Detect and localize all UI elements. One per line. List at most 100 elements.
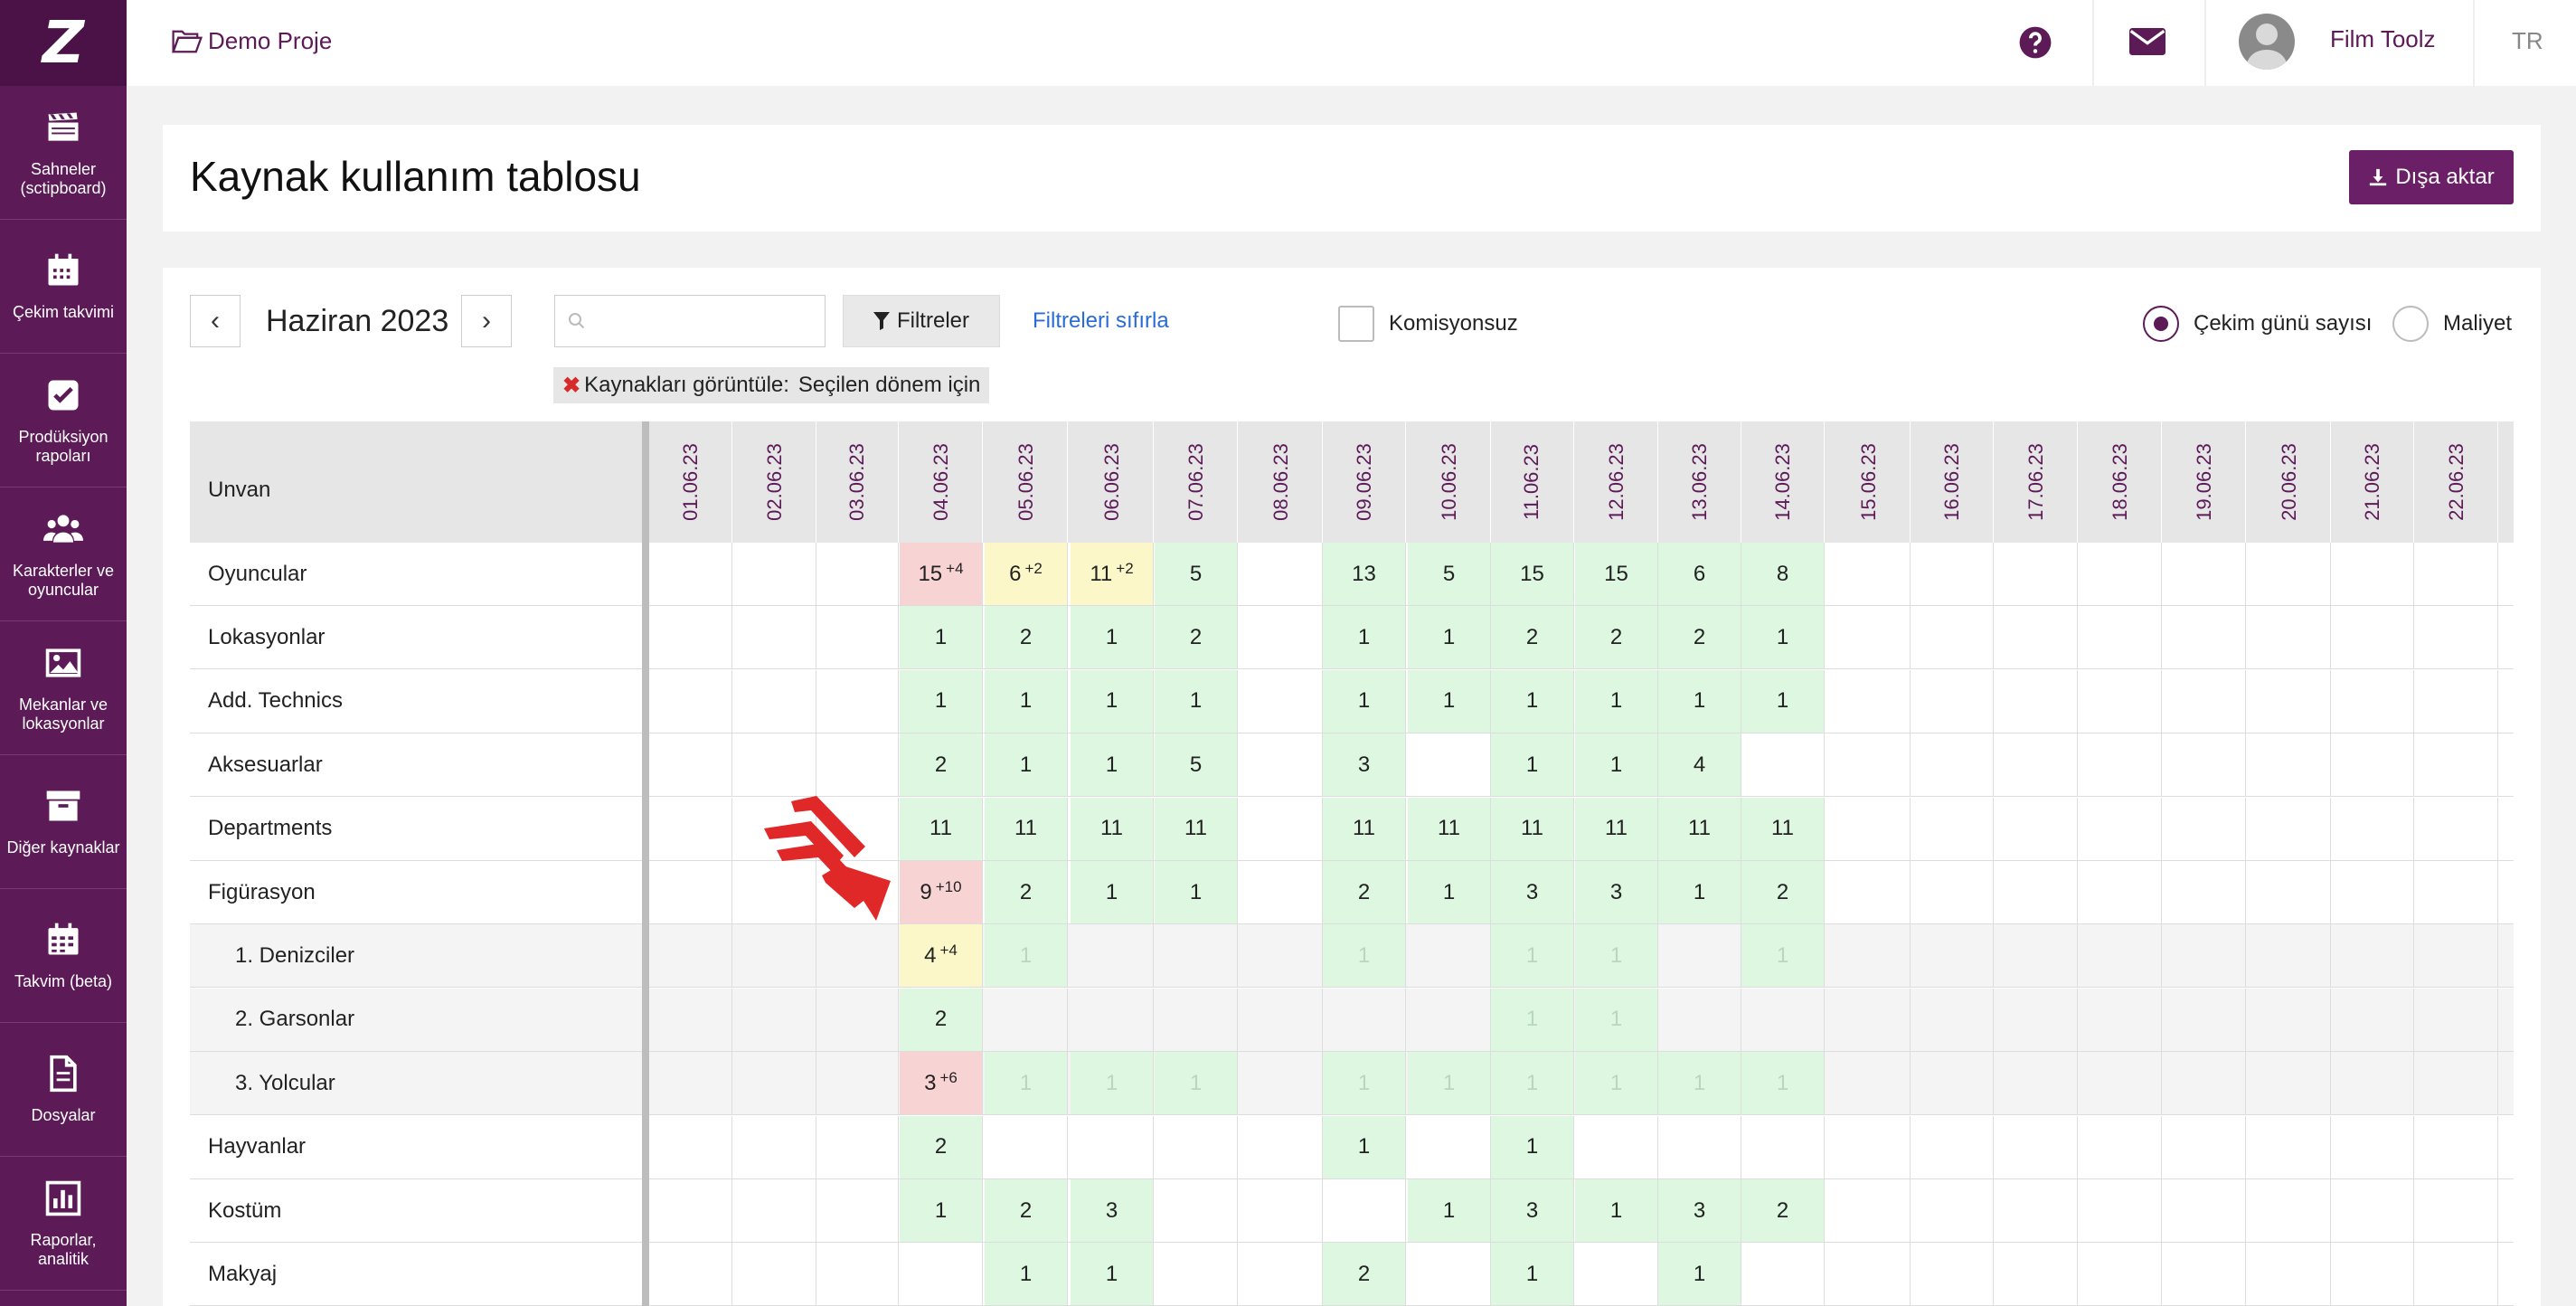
- usage-cell[interactable]: 11: [1658, 797, 1741, 861]
- usage-cell[interactable]: 11: [1155, 797, 1238, 861]
- usage-cell[interactable]: 6 +2: [985, 543, 1068, 606]
- search-input[interactable]: [554, 295, 826, 347]
- usage-cell[interactable]: 3: [1323, 733, 1406, 798]
- usage-cell[interactable]: 1: [1408, 1052, 1491, 1116]
- usage-cell[interactable]: 1: [900, 669, 983, 733]
- project-link[interactable]: Demo Proje: [172, 27, 332, 55]
- usage-cell[interactable]: 1: [1741, 669, 1825, 733]
- usage-cell[interactable]: 1: [985, 1243, 1068, 1306]
- usage-cell[interactable]: 1: [1491, 924, 1574, 989]
- usage-cell[interactable]: 1: [1071, 606, 1154, 670]
- usage-cell[interactable]: 2: [1491, 606, 1574, 670]
- sidebar-item-production-reports[interactable]: Prodüksiyon rapoları: [0, 354, 127, 487]
- sidebar-item-other-resources[interactable]: Diğer kaynaklar: [0, 755, 127, 889]
- usage-cell[interactable]: 15: [1491, 543, 1574, 606]
- usage-cell[interactable]: 11: [1491, 797, 1574, 861]
- usage-cell[interactable]: 1: [1575, 1179, 1658, 1243]
- sidebar-item-reports[interactable]: Raporlar, analitik: [0, 1157, 127, 1291]
- usage-cell[interactable]: 3 +6: [900, 1052, 983, 1116]
- usage-cell[interactable]: 1: [1491, 1243, 1574, 1306]
- app-logo[interactable]: Z: [0, 0, 127, 86]
- usage-cell[interactable]: 1: [1071, 1243, 1154, 1306]
- avatar[interactable]: [2239, 14, 2295, 70]
- usage-cell[interactable]: 4 +4: [900, 924, 983, 989]
- cost-radio[interactable]: [2392, 306, 2429, 342]
- usage-cell[interactable]: 2: [1658, 606, 1741, 670]
- user-name[interactable]: Film Toolz: [2330, 25, 2436, 53]
- usage-cell[interactable]: 3: [1575, 861, 1658, 924]
- usage-cell[interactable]: 13: [1323, 543, 1406, 606]
- usage-cell[interactable]: 11 +2: [1071, 543, 1154, 606]
- usage-cell[interactable]: 1: [1323, 924, 1406, 989]
- usage-cell[interactable]: 1: [1155, 1052, 1238, 1116]
- usage-cell[interactable]: 1: [1491, 988, 1574, 1052]
- usage-cell[interactable]: 2: [1323, 1243, 1406, 1306]
- usage-cell[interactable]: 9 +10: [900, 861, 983, 924]
- usage-cell[interactable]: 1: [985, 1052, 1068, 1116]
- usage-cell[interactable]: 3: [1491, 1179, 1574, 1243]
- sidebar-item-files[interactable]: Dosyalar: [0, 1023, 127, 1157]
- usage-cell[interactable]: 1: [1408, 606, 1491, 670]
- usage-cell[interactable]: 2: [1323, 861, 1406, 924]
- sidebar-item-locations[interactable]: Mekanlar ve lokasyonlar: [0, 621, 127, 755]
- usage-cell[interactable]: 1: [1155, 669, 1238, 733]
- usage-cell[interactable]: 11: [1071, 797, 1154, 861]
- usage-cell[interactable]: 1: [1491, 669, 1574, 733]
- usage-cell[interactable]: 1: [1155, 861, 1238, 924]
- mail-icon[interactable]: [2129, 27, 2166, 56]
- usage-cell[interactable]: 2: [900, 1115, 983, 1179]
- usage-cell[interactable]: 1: [1071, 669, 1154, 733]
- usage-cell[interactable]: 1: [1575, 733, 1658, 798]
- usage-cell[interactable]: 2: [985, 606, 1068, 670]
- usage-cell[interactable]: 3: [1071, 1179, 1154, 1243]
- usage-cell[interactable]: 5: [1155, 733, 1238, 798]
- usage-cell[interactable]: 1: [1071, 861, 1154, 924]
- usage-cell[interactable]: 1: [1071, 1052, 1154, 1116]
- usage-cell[interactable]: 2: [900, 988, 983, 1052]
- usage-cell[interactable]: 1: [1575, 988, 1658, 1052]
- usage-cell[interactable]: 2: [1741, 1179, 1825, 1243]
- next-month-button[interactable]: ›: [461, 295, 512, 347]
- usage-cell[interactable]: 11: [1323, 797, 1406, 861]
- usage-cell[interactable]: 1: [1323, 606, 1406, 670]
- usage-cell[interactable]: 15 +4: [900, 543, 983, 606]
- sidebar-item-characters[interactable]: Karakterler ve oyuncular: [0, 487, 127, 621]
- usage-cell[interactable]: 5: [1408, 543, 1491, 606]
- language-switch[interactable]: TR: [2512, 27, 2543, 55]
- usage-cell[interactable]: 2: [1741, 861, 1825, 924]
- sidebar-item-shooting-schedule[interactable]: Çekim takvimi: [0, 220, 127, 354]
- usage-cell[interactable]: 11: [1741, 797, 1825, 861]
- sidebar-item-calendar-beta[interactable]: Takvim (beta): [0, 889, 127, 1023]
- prev-month-button[interactable]: ‹: [190, 295, 241, 347]
- usage-cell[interactable]: 1: [1491, 1052, 1574, 1116]
- usage-cell[interactable]: 2: [900, 733, 983, 798]
- usage-cell[interactable]: 1: [1491, 1115, 1574, 1179]
- usage-cell[interactable]: 1: [1408, 669, 1491, 733]
- usage-cell[interactable]: 1: [900, 606, 983, 670]
- usage-cell[interactable]: 1: [1658, 861, 1741, 924]
- usage-cell[interactable]: 1: [1741, 1052, 1825, 1116]
- usage-cell[interactable]: 2: [985, 1179, 1068, 1243]
- usage-cell[interactable]: 3: [1658, 1179, 1741, 1243]
- usage-cell[interactable]: 1: [985, 669, 1068, 733]
- usage-cell[interactable]: 1: [1071, 733, 1154, 798]
- usage-cell[interactable]: 1: [1491, 733, 1574, 798]
- column-splitter[interactable]: [642, 421, 649, 1306]
- usage-cell[interactable]: 1: [1658, 1243, 1741, 1306]
- usage-cell[interactable]: 1: [1408, 1179, 1491, 1243]
- help-icon[interactable]: [2018, 25, 2052, 60]
- usage-cell[interactable]: 2: [1155, 606, 1238, 670]
- remove-filter-icon[interactable]: ✖: [562, 373, 580, 399]
- usage-cell[interactable]: 11: [1408, 797, 1491, 861]
- usage-cell[interactable]: 2: [985, 861, 1068, 924]
- usage-cell[interactable]: 15: [1575, 543, 1658, 606]
- usage-cell[interactable]: 1: [985, 733, 1068, 798]
- usage-cell[interactable]: 2: [1575, 606, 1658, 670]
- usage-cell[interactable]: 1: [1741, 606, 1825, 670]
- usage-cell[interactable]: 1: [900, 1179, 983, 1243]
- usage-cell[interactable]: 1: [1323, 1052, 1406, 1116]
- usage-cell[interactable]: 3: [1491, 861, 1574, 924]
- usage-cell[interactable]: 1: [1575, 669, 1658, 733]
- usage-cell[interactable]: 1: [1323, 669, 1406, 733]
- usage-cell[interactable]: 6: [1658, 543, 1741, 606]
